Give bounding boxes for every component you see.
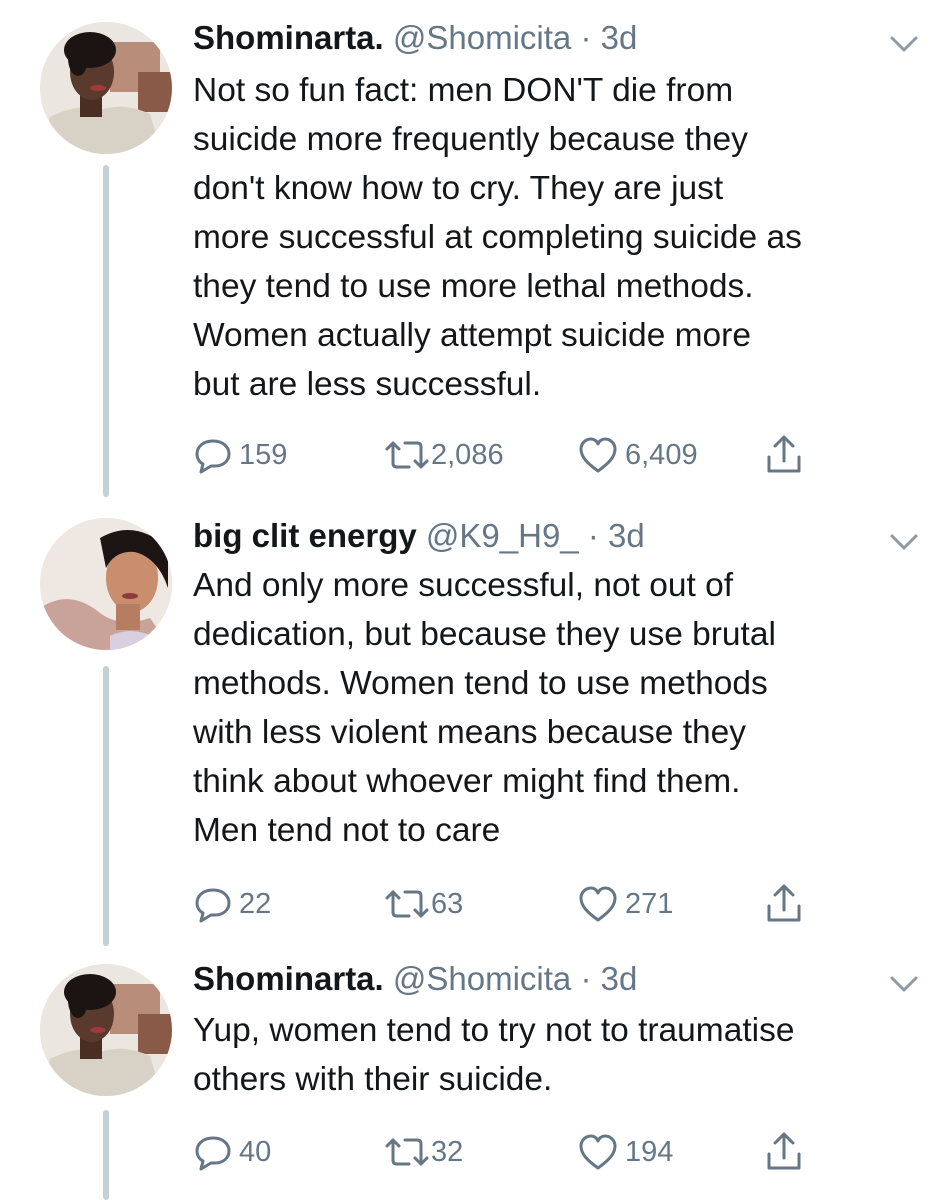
reply-icon bbox=[193, 1132, 233, 1172]
separator: · bbox=[580, 960, 592, 997]
timestamp[interactable]: 3d bbox=[608, 517, 645, 554]
share-icon bbox=[764, 882, 804, 926]
thread-line bbox=[103, 165, 109, 497]
like-count: 194 bbox=[625, 1135, 674, 1168]
separator: · bbox=[580, 19, 592, 56]
tweet-text: Not so fun fact: men DON'T die from suic… bbox=[193, 72, 802, 403]
thread-line bbox=[103, 1110, 109, 1200]
timestamp[interactable]: 3d bbox=[601, 960, 638, 997]
like-button[interactable]: 6,409 bbox=[577, 433, 698, 477]
retweet-icon bbox=[383, 884, 431, 924]
retweet-button[interactable]: 32 bbox=[383, 1130, 463, 1174]
retweet-count: 32 bbox=[431, 1135, 464, 1168]
retweet-button[interactable]: 63 bbox=[383, 882, 463, 926]
tweet-header: Shominarta. @Shomicita · 3d bbox=[193, 16, 637, 60]
like-button[interactable]: 271 bbox=[577, 882, 673, 926]
retweet-icon bbox=[383, 435, 431, 475]
username[interactable]: @Shomicita bbox=[393, 19, 571, 56]
like-count: 6,409 bbox=[625, 438, 698, 471]
share-icon bbox=[764, 433, 804, 477]
like-button[interactable]: 194 bbox=[577, 1130, 673, 1174]
chevron-down-icon[interactable] bbox=[884, 526, 924, 556]
chevron-down-icon[interactable] bbox=[884, 28, 924, 58]
display-name[interactable]: Shominarta. bbox=[193, 19, 384, 56]
reply-button[interactable]: 22 bbox=[193, 882, 271, 926]
tweet-3[interactable]: Shominarta. @Shomicita · 3d Yup, women t… bbox=[0, 950, 942, 1200]
username[interactable]: @Shomicita bbox=[393, 960, 571, 997]
avatar[interactable] bbox=[40, 22, 172, 154]
heart-icon bbox=[577, 435, 619, 475]
like-count: 271 bbox=[625, 887, 674, 920]
retweet-button[interactable]: 2,086 bbox=[383, 433, 504, 477]
chevron-down-icon[interactable] bbox=[884, 968, 924, 998]
share-button[interactable] bbox=[764, 882, 804, 926]
reply-button[interactable]: 40 bbox=[193, 1130, 271, 1174]
share-button[interactable] bbox=[764, 1130, 804, 1174]
separator: · bbox=[587, 517, 599, 554]
reply-icon bbox=[193, 884, 233, 924]
tweet-1[interactable]: Shominarta. @Shomicita · 3d Not so fun f… bbox=[0, 0, 942, 500]
reply-count: 22 bbox=[239, 887, 272, 920]
username[interactable]: @K9_H9_ bbox=[426, 517, 579, 554]
tweet-header: Shominarta. @Shomicita · 3d bbox=[193, 957, 637, 1001]
retweet-count: 2,086 bbox=[431, 438, 504, 471]
reply-icon bbox=[193, 435, 233, 475]
avatar[interactable] bbox=[40, 964, 172, 1096]
heart-icon bbox=[577, 884, 619, 924]
reply-button[interactable]: 159 bbox=[193, 433, 287, 477]
display-name[interactable]: big clit energy bbox=[193, 517, 417, 554]
avatar[interactable] bbox=[40, 518, 172, 650]
tweet-2[interactable]: big clit energy @K9_H9_ · 3d And only mo… bbox=[0, 500, 942, 950]
reply-count: 159 bbox=[239, 438, 288, 471]
share-button[interactable] bbox=[764, 433, 804, 477]
share-icon bbox=[764, 1130, 804, 1174]
reply-count: 40 bbox=[239, 1135, 272, 1168]
tweet-header: big clit energy @K9_H9_ · 3d bbox=[193, 514, 645, 558]
tweet-text: And only more successful, not out of ded… bbox=[193, 567, 776, 849]
retweet-count: 63 bbox=[431, 887, 464, 920]
timestamp[interactable]: 3d bbox=[601, 19, 638, 56]
thread-line bbox=[103, 666, 109, 946]
display-name[interactable]: Shominarta. bbox=[193, 960, 384, 997]
tweet-text: Yup, women tend to try not to traumatise… bbox=[193, 1012, 795, 1098]
heart-icon bbox=[577, 1132, 619, 1172]
retweet-icon bbox=[383, 1132, 431, 1172]
